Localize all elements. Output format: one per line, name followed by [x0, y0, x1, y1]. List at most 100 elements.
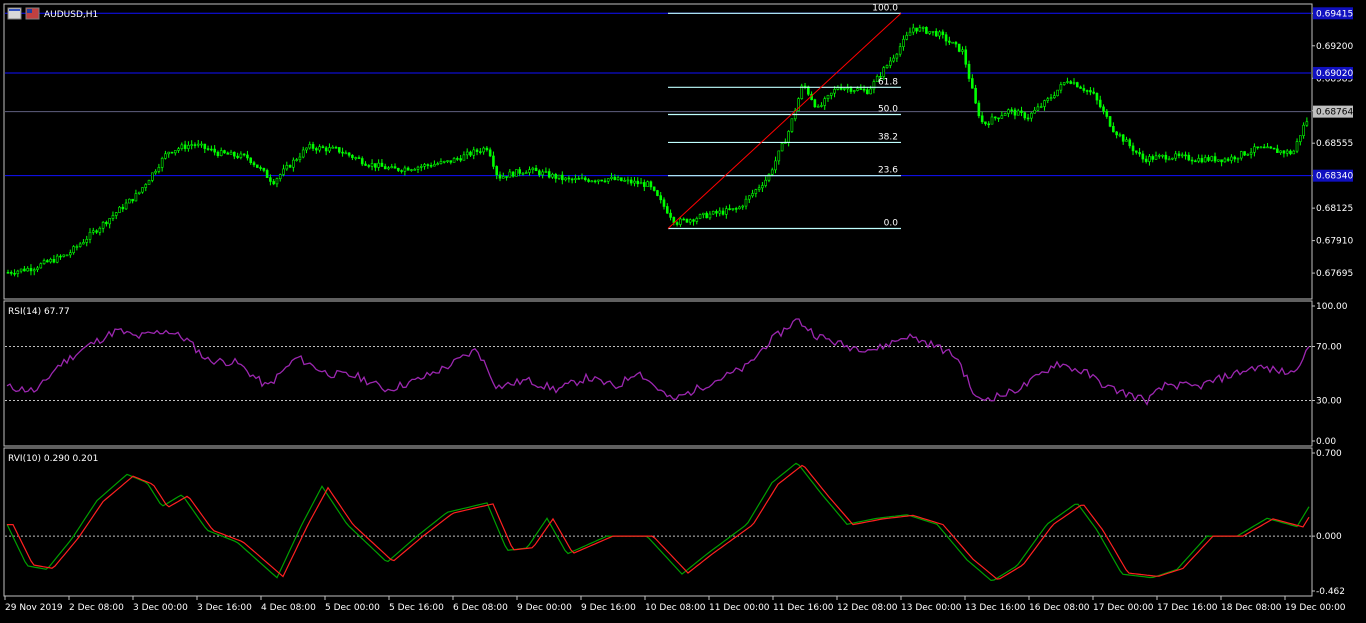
candle-body[interactable] — [1085, 90, 1089, 92]
candle-body[interactable] — [590, 180, 594, 183]
candle-body[interactable] — [213, 148, 216, 153]
candle-body[interactable] — [462, 154, 466, 161]
candle-body[interactable] — [9, 272, 13, 274]
candle-body[interactable] — [702, 212, 705, 215]
candle-body[interactable] — [482, 147, 485, 153]
candle-body[interactable] — [275, 178, 279, 185]
candle-body[interactable] — [1295, 141, 1299, 152]
candle-body[interactable] — [439, 161, 443, 164]
candle-body[interactable] — [393, 166, 397, 169]
candle-body[interactable] — [1003, 113, 1007, 116]
candle-body[interactable] — [839, 87, 843, 90]
candle-body[interactable] — [626, 179, 630, 182]
candle-body[interactable] — [459, 158, 462, 161]
candle-body[interactable] — [541, 171, 544, 176]
candle-body[interactable] — [354, 157, 357, 159]
candle-body[interactable] — [869, 88, 872, 95]
candle-body[interactable] — [419, 166, 423, 168]
candle-body[interactable] — [862, 88, 866, 91]
candle-body[interactable] — [721, 210, 725, 215]
candle-body[interactable] — [36, 267, 39, 270]
candle-body[interactable] — [1135, 150, 1138, 153]
candle-body[interactable] — [357, 157, 361, 159]
candle-body[interactable] — [908, 31, 912, 36]
candle-body[interactable] — [915, 27, 918, 32]
candle-body[interactable] — [203, 143, 207, 149]
candle-body[interactable] — [101, 221, 105, 229]
candle-body[interactable] — [190, 144, 193, 146]
candle-body[interactable] — [1279, 150, 1282, 153]
candle-body[interactable] — [990, 116, 994, 125]
candle-body[interactable] — [288, 165, 292, 168]
candle-body[interactable] — [911, 27, 915, 33]
candle-body[interactable] — [1151, 156, 1155, 160]
candle-body[interactable] — [731, 208, 735, 210]
candle-body[interactable] — [741, 205, 745, 208]
candle-body[interactable] — [521, 172, 525, 175]
candle-body[interactable] — [1299, 135, 1302, 142]
candle-body[interactable] — [1089, 90, 1092, 93]
candle-body[interactable] — [738, 206, 741, 210]
candle-body[interactable] — [1164, 154, 1168, 160]
candle-body[interactable] — [698, 214, 702, 219]
candle-body[interactable] — [183, 144, 187, 149]
candle-body[interactable] — [65, 254, 69, 257]
candle-body[interactable] — [85, 239, 89, 243]
candle-body[interactable] — [643, 182, 646, 187]
candle-body[interactable] — [1075, 82, 1079, 88]
candle-body[interactable] — [866, 89, 869, 95]
candle-body[interactable] — [600, 179, 603, 182]
candle-body[interactable] — [951, 41, 954, 44]
candle-body[interactable] — [708, 213, 712, 219]
candle-body[interactable] — [52, 258, 56, 263]
candle-body[interactable] — [19, 268, 23, 272]
candle-body[interactable] — [1253, 146, 1256, 153]
candle-body[interactable] — [669, 212, 672, 218]
candle-body[interactable] — [567, 177, 571, 180]
candle-body[interactable] — [154, 171, 157, 174]
candle-body[interactable] — [160, 157, 164, 168]
candle-body[interactable] — [675, 222, 679, 225]
candle-body[interactable] — [1020, 110, 1023, 113]
candle-body[interactable] — [1220, 159, 1223, 163]
candle-body[interactable] — [892, 57, 895, 62]
candle-body[interactable] — [1207, 157, 1210, 161]
candle-body[interactable] — [1141, 153, 1145, 160]
candle-body[interactable] — [931, 30, 935, 33]
candle-body[interactable] — [1161, 154, 1164, 157]
candle-body[interactable] — [1000, 115, 1004, 119]
candle-body[interactable] — [111, 215, 115, 219]
candle-body[interactable] — [118, 206, 121, 213]
candle-body[interactable] — [882, 67, 886, 77]
candle-body[interactable] — [308, 144, 312, 149]
candle-body[interactable] — [780, 143, 784, 152]
candle-body[interactable] — [370, 163, 374, 167]
candle-body[interactable] — [623, 180, 626, 182]
candle-body[interactable] — [1269, 146, 1273, 149]
candle-body[interactable] — [777, 150, 781, 162]
candle-body[interactable] — [1187, 154, 1191, 161]
candle-body[interactable] — [351, 154, 354, 158]
candle-body[interactable] — [114, 212, 118, 216]
candle-body[interactable] — [397, 167, 400, 171]
candle-body[interactable] — [1056, 89, 1059, 96]
candle-body[interactable] — [1053, 95, 1056, 99]
candle-body[interactable] — [1200, 158, 1204, 163]
candle-body[interactable] — [6, 272, 10, 274]
candle-body[interactable] — [219, 150, 223, 156]
candle-body[interactable] — [734, 208, 738, 210]
candle-body[interactable] — [400, 170, 403, 172]
candle-body[interactable] — [954, 41, 958, 45]
candle-body[interactable] — [492, 155, 495, 167]
candle-body[interactable] — [1033, 109, 1036, 114]
candle-body[interactable] — [820, 105, 823, 107]
candle-body[interactable] — [751, 193, 754, 197]
candle-body[interactable] — [1177, 153, 1181, 156]
candle-body[interactable] — [967, 63, 971, 79]
candle-body[interactable] — [1026, 117, 1030, 120]
candle-body[interactable] — [1128, 139, 1132, 147]
candle-body[interactable] — [282, 168, 285, 175]
candle-body[interactable] — [488, 149, 492, 157]
candle-body[interactable] — [1079, 86, 1082, 89]
candle-body[interactable] — [1213, 156, 1217, 162]
